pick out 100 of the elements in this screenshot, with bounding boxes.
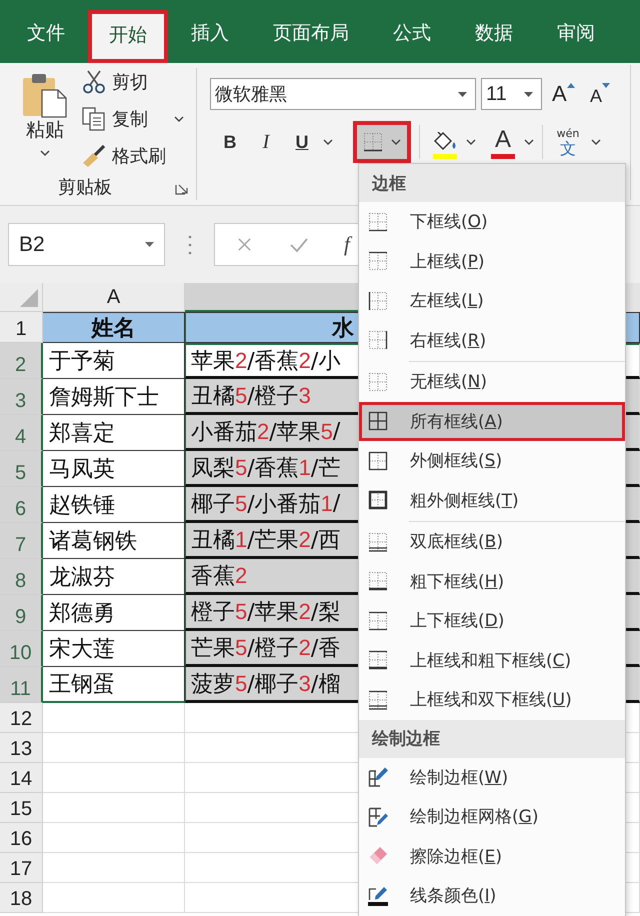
- row-header[interactable]: 4: [0, 415, 43, 451]
- caret-icon: [40, 150, 50, 156]
- table-cell: 王钢蛋: [43, 667, 185, 703]
- caret-icon[interactable]: [323, 139, 333, 145]
- triangle-icon: [20, 289, 38, 307]
- caret-icon: [145, 242, 154, 247]
- pencil-grid-icon: [368, 767, 388, 788]
- table-cell: 詹姆斯下士: [43, 379, 185, 415]
- menu-item[interactable]: 双底框线(B): [359, 522, 625, 562]
- format-painter-button[interactable]: 格式刷: [82, 142, 184, 170]
- row-header[interactable]: 15: [0, 793, 43, 823]
- copy-button[interactable]: 复制: [82, 105, 184, 133]
- group-label: 剪贴板: [58, 176, 112, 200]
- outside-borders-icon: [368, 450, 388, 471]
- phonetic-guide-button[interactable]: wén 文: [551, 128, 585, 156]
- menu-item[interactable]: 绘制边框(W): [359, 758, 625, 797]
- ribbon-tab[interactable]: 文件: [6, 10, 86, 63]
- menu-item[interactable]: 绘制边框网格(G): [359, 797, 625, 836]
- table-cell: 郑喜定: [43, 415, 185, 451]
- ribbon-tab[interactable]: 审阅: [536, 10, 616, 63]
- formula-field[interactable]: f: [214, 223, 358, 266]
- borders-button[interactable]: [353, 121, 411, 163]
- menu-item[interactable]: 上框线(P): [359, 242, 625, 281]
- insert-function-button[interactable]: f: [344, 232, 350, 257]
- caret-down-icon: [602, 83, 610, 88]
- double-bottom-border-icon: [368, 532, 388, 552]
- caret-icon: [524, 92, 533, 96]
- row-header[interactable]: 17: [0, 853, 43, 883]
- paste-button[interactable]: 粘贴: [10, 68, 80, 176]
- row-header[interactable]: 16: [0, 823, 43, 853]
- table-cell: 宋大莲: [43, 631, 185, 667]
- row-header[interactable]: 7: [0, 523, 43, 559]
- row-header[interactable]: 12: [0, 703, 43, 733]
- thick-outside-borders-icon: [368, 490, 388, 510]
- font-name-field[interactable]: 微软雅黑: [210, 78, 476, 110]
- increase-font-size-button[interactable]: A: [552, 79, 582, 109]
- drag-handle-icon[interactable]: [188, 234, 192, 256]
- ribbon-tab[interactable]: 公式: [372, 10, 452, 63]
- right-border-icon: [368, 330, 388, 350]
- caret-icon: [458, 92, 467, 96]
- menu-item[interactable]: 线条颜色(I): [359, 876, 625, 916]
- ribbon-tab[interactable]: 插入: [170, 10, 250, 63]
- menu-item[interactable]: 擦除边框(E): [359, 836, 625, 876]
- row-header[interactable]: 8: [0, 559, 43, 595]
- copy-icon: [82, 107, 106, 131]
- bottom-border-icon: [368, 212, 388, 232]
- bold-button[interactable]: B: [217, 127, 243, 157]
- top-double-bottom-border-icon: [368, 690, 388, 710]
- bottom-border-icon: [363, 132, 383, 152]
- name-box[interactable]: B2: [8, 223, 165, 266]
- decrease-font-size-button[interactable]: A: [590, 79, 620, 109]
- font-size-field[interactable]: 11: [481, 78, 542, 110]
- paintbrush-icon: [82, 144, 106, 168]
- ribbon-tab[interactable]: 开始: [88, 10, 168, 63]
- table-cell: 姓名: [43, 312, 185, 343]
- row-header[interactable]: 2: [0, 343, 43, 379]
- row-header[interactable]: 14: [0, 763, 43, 793]
- row-header[interactable]: 1: [0, 312, 43, 343]
- pencil-grid-icon: [368, 806, 388, 827]
- table-cell: 赵铁锤: [43, 487, 185, 523]
- clipboard-icon: [22, 72, 68, 118]
- menu-section-header: 边框: [359, 164, 625, 202]
- underline-button[interactable]: U: [289, 127, 315, 157]
- ribbon-tab[interactable]: 页面布局: [252, 10, 370, 63]
- row-header[interactable]: 5: [0, 451, 43, 487]
- row-header[interactable]: 18: [0, 883, 43, 913]
- column-header[interactable]: A: [43, 283, 185, 312]
- row-header[interactable]: 6: [0, 487, 43, 523]
- eraser-icon: [368, 846, 388, 866]
- menu-item[interactable]: 下框线(O): [359, 202, 625, 242]
- row-header[interactable]: 11: [0, 667, 43, 703]
- menu-item[interactable]: 所有框线(A): [359, 402, 625, 441]
- top-border-icon: [368, 251, 388, 272]
- cut-button[interactable]: 剪切: [82, 68, 184, 96]
- caret-icon: [391, 139, 401, 145]
- pencil-line-icon: [368, 886, 388, 906]
- table-cell: 马凤英: [43, 451, 185, 487]
- menu-section-header: 绘制边框: [359, 720, 625, 758]
- row-header[interactable]: 3: [0, 379, 43, 415]
- top-bottom-border-icon: [368, 610, 388, 631]
- row-header[interactable]: 9: [0, 595, 43, 631]
- caret-icon: [174, 116, 184, 122]
- caret-icon[interactable]: [591, 139, 601, 145]
- italic-button[interactable]: I: [253, 127, 279, 157]
- table-cell: 龙淑芬: [43, 559, 185, 595]
- no-border-icon: [368, 372, 388, 392]
- table-cell: 郑德勇: [43, 595, 185, 631]
- font-color-button[interactable]: A: [488, 125, 518, 159]
- column-header[interactable]: [185, 283, 358, 312]
- all-borders-icon: [368, 411, 388, 432]
- row-header[interactable]: 10: [0, 631, 43, 667]
- caret-icon[interactable]: [466, 139, 476, 145]
- row-header[interactable]: 13: [0, 733, 43, 763]
- thick-bottom-border-icon: [368, 571, 388, 592]
- ribbon-tab[interactable]: 数据: [454, 10, 534, 63]
- caret-up-icon: [566, 83, 575, 88]
- scissors-icon: [82, 70, 106, 94]
- caret-icon[interactable]: [524, 139, 534, 145]
- top-thick-bottom-border-icon: [368, 650, 388, 670]
- table-cell: 诸葛钢铁: [43, 523, 185, 559]
